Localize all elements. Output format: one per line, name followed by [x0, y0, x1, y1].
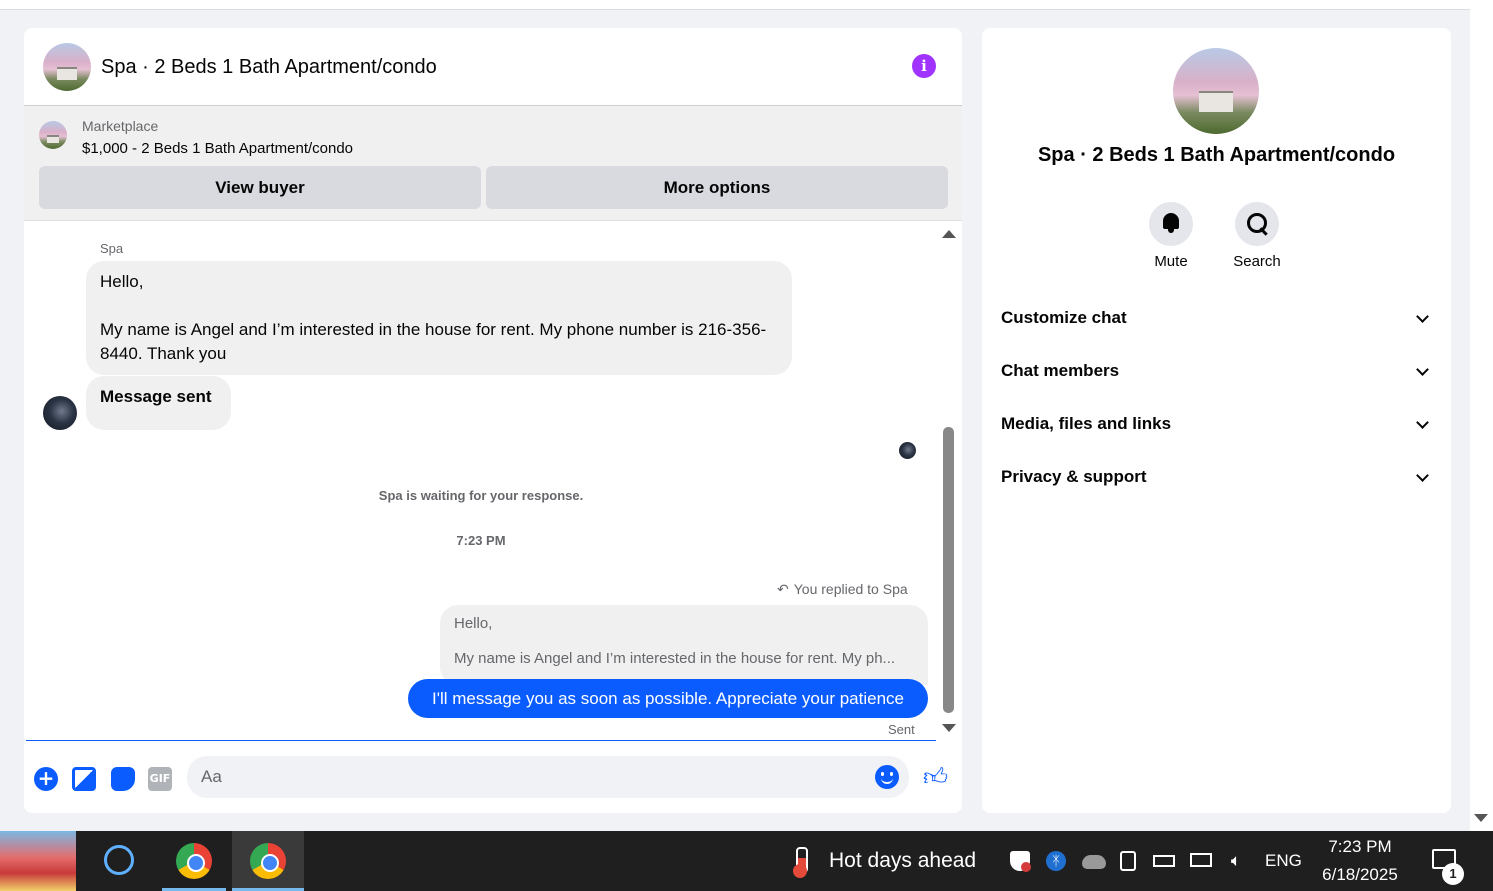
meet-now-icon[interactable] — [1120, 851, 1136, 871]
thumbs-up-icon[interactable]: 👍︎ — [923, 765, 948, 791]
message-input[interactable] — [201, 756, 861, 798]
section-customize-chat[interactable]: Customize chat — [1001, 296, 1431, 340]
security-shield-icon[interactable] — [1010, 851, 1031, 872]
chat-title[interactable]: Spa · 2 Beds 1 Bath Apartment/condo — [101, 56, 437, 79]
section-label: Privacy & support — [1001, 467, 1147, 486]
message-timestamp: 7:23 PM — [456, 533, 506, 548]
message-status: Sent — [888, 722, 915, 737]
chrome-profile-icon[interactable] — [232, 831, 304, 891]
onedrive-cloud-icon[interactable] — [1082, 855, 1106, 869]
weather-text[interactable]: Hot days ahead — [829, 849, 976, 873]
notification-badge: 1 — [1442, 863, 1464, 885]
sticker-icon[interactable] — [111, 767, 135, 791]
info-icon[interactable]: i — [912, 54, 936, 78]
snipping-tool-icon[interactable] — [86, 831, 152, 891]
quoted-line1: Hello, — [454, 615, 493, 632]
mute-label: Mute — [1154, 253, 1188, 270]
scroll-down-arrow[interactable] — [942, 724, 956, 732]
browser-top-strip — [0, 0, 1470, 10]
thermometer-icon[interactable] — [784, 845, 814, 878]
message-input-box[interactable] — [187, 756, 909, 798]
chevron-down-icon — [1416, 363, 1429, 376]
battery-icon[interactable] — [1153, 855, 1175, 867]
bluetooth-icon[interactable]: ᛡ — [1046, 851, 1066, 871]
section-privacy-support[interactable]: Privacy & support — [1001, 455, 1431, 499]
section-label: Customize chat — [1001, 308, 1127, 327]
chevron-down-icon — [1416, 310, 1429, 323]
reply-icon: ↶ — [777, 581, 789, 597]
language-indicator[interactable]: ENG — [1265, 851, 1302, 871]
message-list: Spa Hello, My name is Angel and I’m inte… — [24, 222, 962, 740]
message-scrollbar[interactable] — [938, 222, 958, 740]
section-label: Chat members — [1001, 361, 1120, 380]
incoming-message[interactable]: Hello, My name is Angel and I’m interest… — [86, 261, 792, 375]
section-media-files-links[interactable]: Media, files and links — [1001, 402, 1431, 446]
clock-time[interactable]: 7:23 PM — [1300, 837, 1420, 857]
quoted-line2: My name is Angel and I’m interested in t… — [454, 650, 896, 667]
read-receipt-avatar — [899, 442, 916, 459]
scroll-thumb[interactable] — [943, 427, 954, 713]
clock-date[interactable]: 6/18/2025 — [1300, 865, 1420, 885]
chrome-icon[interactable] — [162, 831, 226, 891]
emoji-icon[interactable] — [875, 765, 899, 789]
chevron-down-icon — [1416, 469, 1429, 482]
sender-avatar[interactable] — [43, 396, 77, 430]
chat-panel: Spa · 2 Beds 1 Bath Apartment/condo i Ma… — [24, 28, 962, 813]
more-options-button[interactable]: More options — [486, 166, 948, 209]
marketplace-banner: Marketplace $1,000 - 2 Beds 1 Bath Apart… — [24, 106, 962, 221]
chat-header: Spa · 2 Beds 1 Bath Apartment/condo i — [24, 28, 962, 106]
section-label: Media, files and links — [1001, 414, 1172, 433]
outgoing-message[interactable]: I'll message you as soon as possible. Ap… — [408, 679, 928, 718]
marketplace-item-thumbnail[interactable] — [39, 121, 67, 149]
mute-button[interactable]: Mute — [1131, 202, 1211, 270]
bell-icon[interactable] — [1149, 202, 1193, 246]
incoming-message-line2: My name is Angel and I’m interested in t… — [100, 320, 767, 363]
waiting-notice: Spa is waiting for your response. — [378, 488, 584, 503]
info-avatar[interactable] — [1173, 48, 1259, 134]
search-label: Search — [1233, 253, 1281, 270]
listing-avatar[interactable] — [43, 43, 91, 91]
page-scroll-down-arrow[interactable] — [1474, 814, 1488, 822]
incoming-message-line1: Hello, — [100, 272, 144, 291]
gif-icon[interactable]: GIF — [148, 767, 172, 791]
section-chat-members[interactable]: Chat members — [1001, 349, 1431, 393]
quoted-message[interactable]: Hello, My name is Angel and I’m interest… — [440, 605, 928, 685]
page-scrollbar[interactable] — [1470, 0, 1493, 831]
composer: + GIF 👍︎ — [24, 741, 962, 813]
volume-icon[interactable]: 🔈︎ — [1226, 851, 1246, 871]
scroll-up-arrow[interactable] — [942, 230, 956, 238]
sender-name: Spa — [100, 241, 124, 256]
photo-icon[interactable] — [72, 767, 96, 791]
chevron-down-icon — [1416, 416, 1429, 429]
search-button[interactable]: Search — [1217, 202, 1297, 270]
reply-label: ↶ You replied to Spa — [777, 581, 908, 598]
view-buyer-button[interactable]: View buyer — [39, 166, 481, 209]
info-title: Spa · 2 Beds 1 Bath Apartment/condo — [1037, 144, 1396, 166]
marketplace-label: Marketplace — [82, 118, 159, 134]
reply-label-text: You replied to Spa — [793, 581, 908, 597]
widgets-icon[interactable] — [0, 831, 76, 891]
search-icon[interactable] — [1235, 202, 1279, 246]
network-icon[interactable] — [1190, 853, 1212, 867]
info-panel: Spa · 2 Beds 1 Bath Apartment/condo Mute… — [982, 28, 1451, 813]
message-sent-bubble[interactable]: Message sent — [86, 376, 231, 430]
marketplace-item-title[interactable]: $1,000 - 2 Beds 1 Bath Apartment/condo — [82, 140, 353, 157]
taskbar: Hot days ahead ᛡ 🔈︎ ENG 7:23 PM 6/18/202… — [0, 831, 1493, 891]
plus-icon[interactable]: + — [34, 767, 58, 791]
